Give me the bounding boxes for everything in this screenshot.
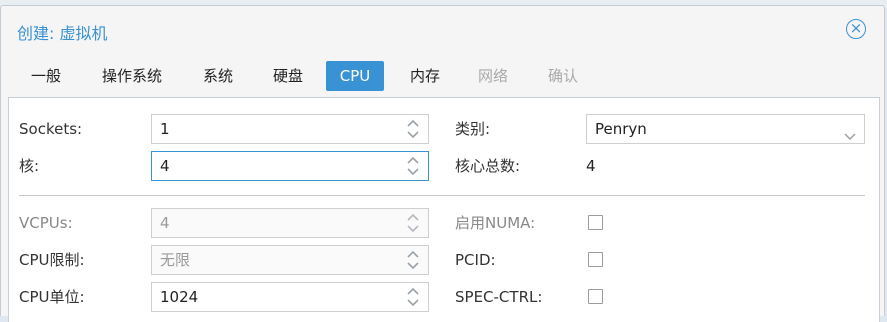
- spinner-arrows-icon[interactable]: [406, 249, 420, 271]
- cpu-type-value: Penryn: [595, 120, 647, 138]
- cpu-limit-input[interactable]: 无限: [151, 245, 429, 275]
- vcpus-label: VCPUs:: [19, 214, 73, 232]
- cpu-type-label: 类别:: [455, 120, 491, 138]
- dialog-title: 创建: 虚拟机: [17, 24, 108, 43]
- tab-system[interactable]: 系统: [189, 61, 247, 91]
- cores-value: 4: [160, 157, 170, 175]
- vcpus-input[interactable]: 4: [151, 208, 429, 238]
- tab-hard-disk[interactable]: 硬盘: [259, 61, 317, 91]
- spinner-arrows-icon[interactable]: [406, 155, 420, 177]
- tab-general[interactable]: 一般: [17, 61, 75, 91]
- spinner-arrows-icon[interactable]: [406, 118, 420, 140]
- numa-checkbox[interactable]: [588, 215, 603, 230]
- wizard-tabs: 一般 操作系统 系统 硬盘 CPU 内存 网络 确认: [1, 61, 886, 93]
- pcid-checkbox[interactable]: [588, 252, 603, 267]
- spec-ctrl-label: SPEC-CTRL:: [455, 288, 543, 306]
- tab-network: 网络: [477, 67, 508, 85]
- numa-label: 启用NUMA:: [455, 214, 536, 232]
- tab-memory[interactable]: 内存: [396, 61, 454, 91]
- total-cores-label: 核心总数:: [455, 157, 521, 175]
- cpu-units-label: CPU单位:: [19, 288, 85, 306]
- sockets-label: Sockets:: [19, 120, 83, 138]
- cores-input[interactable]: 4: [151, 151, 429, 181]
- pcid-label: PCID:: [455, 251, 496, 269]
- spec-ctrl-checkbox[interactable]: [588, 289, 603, 304]
- tab-confirm: 确认: [547, 67, 578, 85]
- tab-cpu[interactable]: CPU: [326, 61, 384, 91]
- spinner-arrows-icon[interactable]: [406, 286, 420, 308]
- cpu-limit-label: CPU限制:: [19, 251, 85, 269]
- cpu-type-select[interactable]: Penryn: [586, 114, 865, 144]
- close-icon[interactable]: ×: [846, 19, 866, 39]
- cpu-units-input[interactable]: 1024: [151, 282, 429, 312]
- chevron-down-icon[interactable]: [844, 123, 856, 141]
- cpu-units-value: 1024: [160, 288, 199, 306]
- section-divider: [19, 195, 865, 196]
- sockets-input[interactable]: 1: [151, 114, 429, 144]
- create-vm-dialog: 创建: 虚拟机 × 一般 操作系统 系统 硬盘 CPU 内存 网络 确认 Soc…: [0, 5, 886, 322]
- vcpus-value: 4: [160, 214, 170, 232]
- total-cores-value: 4: [586, 157, 596, 175]
- cpu-panel: Sockets: 1 类别: Penryn 核: 4 核心总数: 4 VCPUs…: [8, 97, 880, 322]
- cores-label: 核:: [19, 157, 40, 175]
- cpu-limit-value: 无限: [160, 251, 191, 269]
- sockets-value: 1: [160, 120, 170, 138]
- tab-os[interactable]: 操作系统: [88, 61, 176, 91]
- spinner-arrows-icon[interactable]: [406, 212, 420, 234]
